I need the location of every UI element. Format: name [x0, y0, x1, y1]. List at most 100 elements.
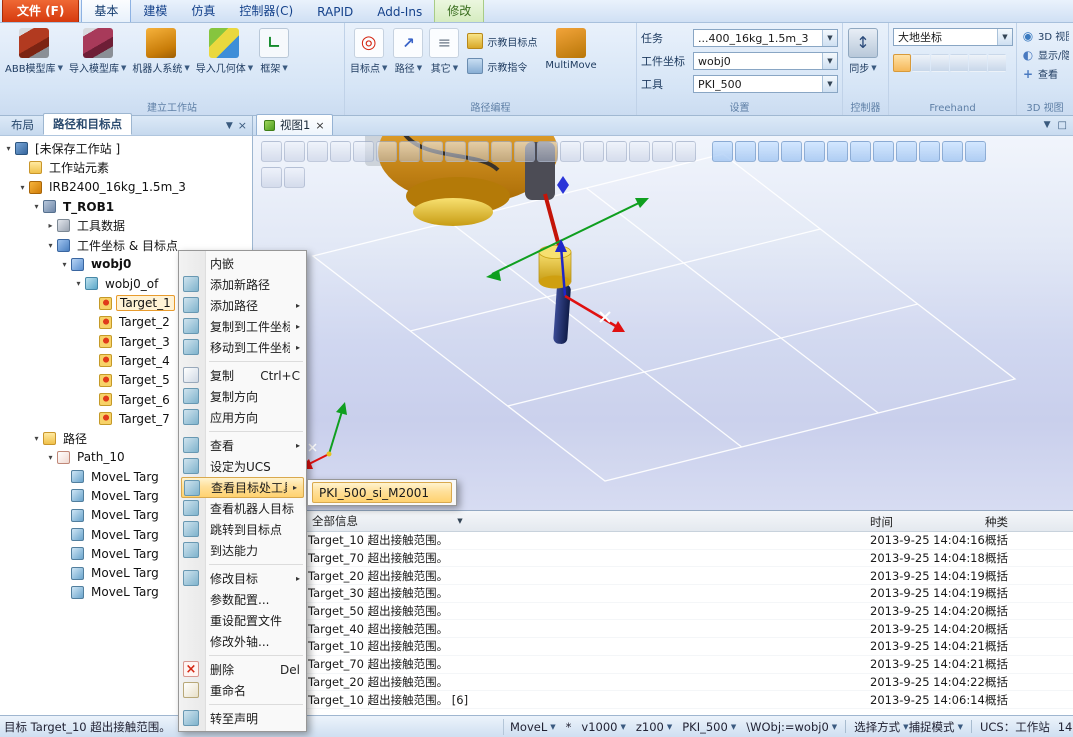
log-row[interactable]: Target_10 超出接触范围。 [6] 2013-9-25 14:06:14 概… [253, 691, 1073, 709]
menu-item-move-to-workobject[interactable]: 移动到工件坐标 ▸ [179, 337, 306, 358]
instruction-segment-2[interactable]: v1000 ▼ [581, 720, 625, 734]
workobject-combobox[interactable]: wobj0 ▼ [693, 52, 838, 70]
panel-menu-icon[interactable]: ▼ [226, 121, 233, 131]
view-list-icon[interactable]: ▼ [1044, 120, 1051, 131]
log-row[interactable]: Target_30 超出接触范围。 2013-9-25 14:04:19 概括 [253, 585, 1073, 603]
teach-instruction-button[interactable]: 示教指令 [465, 57, 539, 75]
jog-linear-tool-icon[interactable] [950, 54, 968, 72]
tree-expander-icon[interactable]: ▾ [73, 279, 84, 288]
menu-item-view-robot-at-target[interactable]: 查看机器人目标 [179, 498, 306, 519]
select-group-icon[interactable] [399, 141, 420, 162]
import-geometry-icon[interactable] [261, 141, 282, 162]
rotate-view-icon[interactable] [919, 141, 940, 162]
snap-grid-icon[interactable] [629, 141, 650, 162]
freehand-move-icon[interactable] [735, 141, 756, 162]
pan-view-icon[interactable] [942, 141, 963, 162]
menu-item-view[interactable]: 查看 ▸ [179, 435, 306, 456]
menu-item-add-to-path[interactable]: 添加路径 ▸ [179, 295, 306, 316]
log-row[interactable]: Target_10 超出接触范围。 2013-9-25 14:04:16 概括 [253, 532, 1073, 550]
tab-layout[interactable]: 布局 [2, 115, 43, 135]
log-row[interactable]: Target_40 超出接触范围。 2013-9-25 14:04:20 概括 [253, 620, 1073, 639]
log-row[interactable]: Target_10 超出接触范围。 2013-9-25 14:04:21 概括 [253, 638, 1073, 656]
instruction-segment-4[interactable]: PKI_500 ▼ [682, 720, 736, 734]
selection-level-icon[interactable] [712, 141, 733, 162]
tree-expander-icon[interactable]: ▾ [3, 144, 14, 153]
view-tab[interactable]: 视图1 × [256, 114, 333, 135]
tool-combobox[interactable]: PKI_500 ▼ [693, 75, 838, 93]
view-front-icon[interactable] [873, 141, 894, 162]
view-close-icon[interactable]: × [315, 119, 324, 132]
snap-end-icon[interactable] [537, 141, 558, 162]
tree-expander-icon[interactable]: ▾ [17, 183, 28, 192]
ribbon-tab-4[interactable]: 控制器(C) [227, 0, 305, 22]
tree-item-task-t-rob1[interactable]: ▾ T_ROB1 [0, 197, 252, 216]
menu-item-modify-target[interactable]: 修改目标 ▸ [179, 568, 306, 589]
ribbon-tab-3[interactable]: 仿真 [179, 0, 227, 22]
hand-jog-tool-icon[interactable] [988, 54, 1006, 72]
ribbon-tab-1[interactable]: 基本 [81, 0, 132, 22]
menu-item-delete[interactable]: 删除 Del [179, 659, 306, 680]
task-combobox[interactable]: ...400_16kg_1.5m_3 ▼ [693, 29, 838, 47]
frame-button[interactable]: 框架▼ [256, 24, 292, 76]
select-body-icon[interactable] [353, 141, 374, 162]
measure-angle-icon[interactable] [675, 141, 696, 162]
tree-expander-icon[interactable]: ▾ [31, 434, 42, 443]
column-header-time[interactable]: 时间 [870, 514, 893, 530]
snap-mode-dropdown[interactable]: 捕捉模式 ▼ [909, 719, 963, 735]
move-tool-icon[interactable] [893, 54, 911, 72]
3d-scene[interactable] [253, 136, 1073, 510]
instruction-segment-0[interactable]: MoveL ▼ [510, 720, 556, 734]
menu-item-set-as-ucs[interactable]: 设定为UCS [179, 456, 306, 477]
tab-paths-and-targets[interactable]: 路径和目标点 [43, 113, 132, 135]
view-center-icon[interactable] [781, 141, 802, 162]
snap-edge-icon[interactable] [560, 141, 581, 162]
shaded-view-icon[interactable] [284, 167, 305, 188]
tree-item-station-elements[interactable]: 工作站元素 [0, 158, 252, 177]
log-row[interactable]: Target_50 超出接触范围。 2013-9-25 14:04:20 概括 [253, 603, 1073, 621]
view-all-icon[interactable] [850, 141, 871, 162]
multimove-button[interactable]: MultiMove [542, 24, 599, 72]
select-surface-icon[interactable] [330, 141, 351, 162]
import-geometry-button[interactable]: 导入几何体 ▼ [193, 24, 256, 76]
tree-item-station[interactable]: ▾ [未保存工作站 ] [0, 139, 252, 158]
rotate-tool-icon[interactable] [912, 54, 930, 72]
select-path-icon[interactable] [445, 141, 466, 162]
graphics-settings-icon[interactable] [965, 141, 986, 162]
menu-item-rename[interactable]: 重命名 [179, 680, 306, 701]
ribbon-tab-6[interactable]: Add-Ins [365, 1, 434, 22]
sync-button[interactable]: 同步▼ [845, 24, 881, 76]
snap-object-icon[interactable] [468, 141, 489, 162]
view-top-icon[interactable] [896, 141, 917, 162]
look-at-button[interactable]: 查看 [1021, 66, 1069, 81]
menu-item-configurations[interactable]: 参数配置... [179, 589, 306, 610]
snap-local-origin-icon[interactable] [606, 141, 627, 162]
submenu-item-tool-pki-500[interactable]: PKI_500_si_M2001 [312, 482, 452, 503]
zoom-out-icon[interactable] [827, 141, 848, 162]
column-header-category[interactable]: 种类 [985, 514, 1008, 530]
instruction-segment-3[interactable]: z100 ▼ [636, 720, 672, 734]
ribbon-tab-7[interactable]: 修改 [434, 0, 485, 22]
menu-item-embed[interactable]: 内嵌 [179, 253, 306, 274]
menu-item-apply-orientation[interactable]: 应用方向 [179, 407, 306, 428]
log-row[interactable]: Target_20 超出接触范围。 2013-9-25 14:04:19 概括 [253, 567, 1073, 586]
log-filter-combobox[interactable]: 全部信息 ▼ [309, 513, 467, 530]
menu-item-add-new-path[interactable]: 添加新路径 [179, 274, 306, 295]
path-button[interactable]: 路径▼ [390, 24, 426, 76]
abb-library-button[interactable]: ABB模型库 ▼ [2, 24, 66, 76]
menu-item-view-tool-at-target[interactable]: 查看目标处工具 ▸ [181, 477, 304, 498]
menu-item-copy-orientation[interactable]: 复制方向 [179, 386, 306, 407]
menu-item-copy-to-workobject[interactable]: 复制到工件坐标 ▸ [179, 316, 306, 337]
tree-expander-icon[interactable]: ▸ [45, 221, 56, 230]
log-row[interactable]: Target_70 超出接触范围。 2013-9-25 14:04:21 概括 [253, 656, 1073, 674]
tree-item-tooldata[interactable]: ▸ 工具数据 [0, 216, 252, 235]
menu-item-go-to-declaration[interactable]: 转至声明 [179, 708, 306, 729]
menu-item-reachability[interactable]: 到达能力 [179, 540, 306, 561]
teach-target-button[interactable]: 示教目标点 [465, 32, 539, 50]
measure-icon[interactable] [652, 141, 673, 162]
reorient-tool-icon[interactable] [969, 54, 987, 72]
import-library-button[interactable]: 导入模型库 ▼ [66, 24, 129, 76]
ribbon-tab-5[interactable]: RAPID [305, 1, 365, 22]
panel-close-icon[interactable]: × [238, 119, 247, 132]
coordinate-system-combobox[interactable]: 大地坐标 ▼ [893, 28, 1013, 46]
select-part-icon[interactable] [376, 141, 397, 162]
